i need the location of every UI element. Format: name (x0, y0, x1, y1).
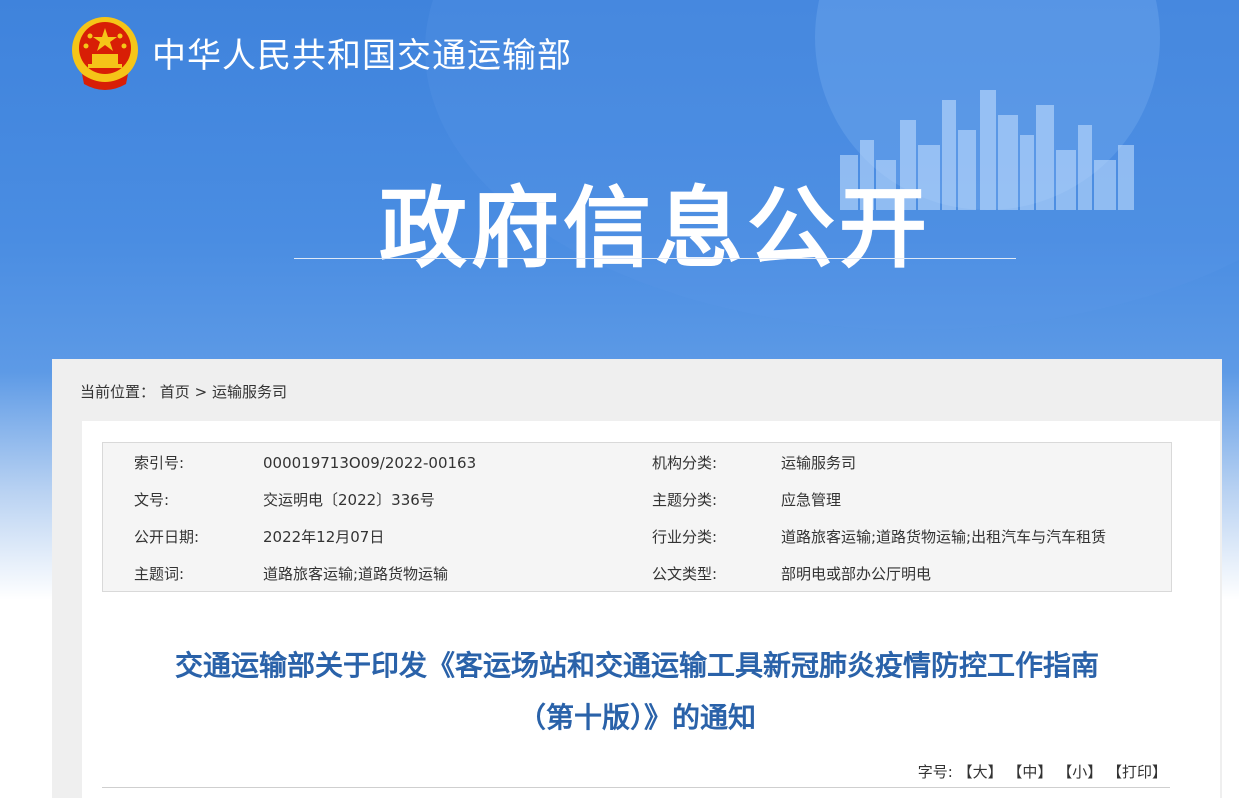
meta-value-keywords: 道路旅客运输;道路货物运输 (263, 565, 449, 583)
meta-value-agency: 运输服务司 (781, 454, 857, 472)
meta-label-doc-number: 文号: (134, 491, 170, 509)
breadcrumb-separator: > (194, 383, 208, 401)
font-size-medium-button[interactable]: 【中】 (1007, 763, 1052, 781)
meta-label-publish-date: 公开日期: (134, 528, 200, 546)
meta-value-publish-date: 2022年12月07日 (263, 528, 385, 546)
breadcrumb-current-link[interactable]: 运输服务司 (212, 383, 287, 401)
national-emblem-icon (72, 17, 138, 90)
breadcrumb-home-link[interactable]: 首页 (160, 383, 190, 401)
meta-value-topic: 应急管理 (781, 491, 842, 509)
section-title-underline (294, 258, 1016, 259)
ministry-name[interactable]: 中华人民共和国交通运输部 (152, 28, 572, 77)
meta-label-agency: 机构分类: (652, 454, 718, 472)
meta-value-doc-type: 部明电或部办公厅明电 (781, 565, 932, 583)
article-tools: 字号: 【大】 【中】 【小】 【打印】 (918, 761, 1167, 782)
content-divider (102, 787, 1170, 788)
article-title-line-1: 交通运输部关于印发《客运场站和交通运输工具新冠肺炎疫情防控工作指南 (174, 649, 1099, 682)
section-title: 政府信息公开 (378, 177, 931, 280)
font-size-large-button[interactable]: 【大】 (958, 763, 1003, 781)
print-button[interactable]: 【打印】 (1107, 763, 1167, 781)
meta-label-topic: 主题分类: (652, 491, 718, 509)
font-size-small-button[interactable]: 【小】 (1057, 763, 1102, 781)
meta-label-index: 索引号: (134, 454, 185, 472)
article-title: 交通运输部关于印发《客运场站和交通运输工具新冠肺炎疫情防控工作指南 （第十版）》… (102, 640, 1172, 744)
meta-value-doc-number: 交运明电〔2022〕336号 (263, 491, 435, 509)
article-title-line-2: （第十版）》的通知 (517, 701, 756, 734)
meta-label-keywords: 主题词: (134, 565, 185, 583)
meta-label-doc-type: 公文类型: (652, 565, 718, 583)
meta-value-index: 000019713O09/2022-00163 (263, 454, 477, 472)
meta-label-industry: 行业分类: (652, 528, 718, 546)
breadcrumb-prefix: 当前位置： (80, 383, 156, 401)
font-size-label: 字号: (917, 763, 953, 781)
meta-value-industry: 道路旅客运输;道路货物运输;出租汽车与汽车租赁 (781, 528, 1107, 546)
breadcrumb: 当前位置： 首页 > 运输服务司 (80, 381, 287, 402)
document-metadata-table: 索引号: 000019713O09/2022-00163 机构分类: 运输服务司… (102, 442, 1172, 592)
